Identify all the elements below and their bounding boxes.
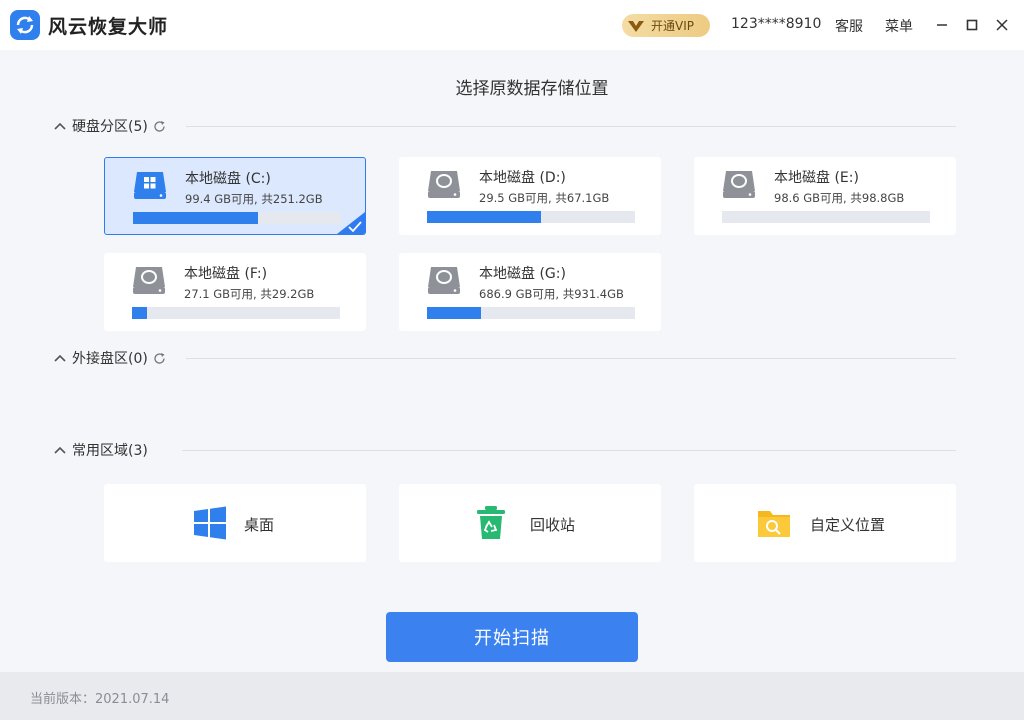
check-icon	[337, 212, 365, 234]
version-text: 当前版本：2021.07.14	[30, 692, 170, 707]
area-label: 桌面	[244, 516, 275, 534]
divider	[181, 449, 956, 451]
hard-drive-icon	[428, 267, 460, 294]
disk-usage-bar	[132, 307, 340, 319]
disk-name: 本地磁盘 (F:)	[184, 266, 268, 282]
footer: 当前版本：2021.07.14	[0, 672, 1024, 720]
disk-card-c[interactable]: 本地磁盘 (C:) 99.4 GB可用, 共251.2GB	[104, 157, 366, 235]
disk-size: 27.1 GB可用, 共29.2GB	[184, 287, 315, 301]
disk-size: 99.4 GB可用, 共251.2GB	[185, 192, 323, 206]
section-common-areas: 常用区域(3)	[52, 440, 956, 460]
section-label: 硬盘分区(5)	[72, 119, 148, 135]
disk-usage-bar	[427, 211, 635, 223]
windows-desktop-icon	[194, 506, 226, 540]
hard-drive-icon	[428, 171, 460, 198]
chevron-up-icon[interactable]	[52, 442, 68, 458]
disk-card-g[interactable]: 本地磁盘 (G:) 686.9 GB可用, 共931.4GB	[399, 253, 661, 331]
hard-drive-icon	[133, 267, 165, 294]
minimize-button[interactable]	[932, 14, 952, 36]
disk-card-f[interactable]: 本地磁盘 (F:) 27.1 GB可用, 共29.2GB	[104, 253, 366, 331]
divider	[185, 357, 956, 359]
windows-drive-icon	[134, 172, 166, 199]
refresh-icon[interactable]	[152, 350, 168, 366]
disk-size: 686.9 GB可用, 共931.4GB	[479, 287, 624, 301]
chevron-up-icon[interactable]	[52, 350, 68, 366]
disk-size: 29.5 GB可用, 共67.1GB	[479, 191, 610, 205]
disk-name: 本地磁盘 (C:)	[185, 171, 271, 187]
vip-button[interactable]: 开通VIP	[622, 14, 710, 37]
disk-size: 98.6 GB可用, 共98.8GB	[774, 191, 905, 205]
section-external-drives: 外接盘区(0)	[52, 348, 956, 368]
close-button[interactable]	[992, 14, 1012, 36]
vip-label: 开通VIP	[651, 19, 694, 33]
disk-usage-bar	[722, 211, 930, 223]
service-link[interactable]: 客服	[835, 16, 863, 36]
chevron-up-icon[interactable]	[52, 118, 68, 134]
account-phone[interactable]: 123****8910	[731, 16, 821, 32]
maximize-button[interactable]	[962, 14, 982, 36]
area-card-recycle-bin[interactable]: 回收站	[399, 484, 661, 562]
app-title: 风云恢复大师	[48, 16, 169, 38]
start-scan-button[interactable]: 开始扫描	[386, 612, 638, 662]
menu-link[interactable]: 菜单	[885, 16, 913, 36]
disk-name: 本地磁盘 (E:)	[774, 170, 859, 186]
app-logo-icon	[10, 10, 40, 40]
disk-card-e[interactable]: 本地磁盘 (E:) 98.6 GB可用, 共98.8GB	[694, 157, 956, 235]
divider	[185, 125, 956, 127]
area-card-desktop[interactable]: 桌面	[104, 484, 366, 562]
title-bar: 风云恢复大师 开通VIP 123****8910 客服 菜单	[0, 0, 1024, 50]
vip-icon	[625, 14, 647, 37]
section-disk-partitions: 硬盘分区(5)	[52, 116, 956, 136]
area-label: 回收站	[530, 516, 576, 534]
disk-card-d[interactable]: 本地磁盘 (D:) 29.5 GB可用, 共67.1GB	[399, 157, 661, 235]
disk-usage-bar	[133, 212, 341, 224]
folder-search-icon	[758, 511, 790, 537]
disk-name: 本地磁盘 (D:)	[479, 170, 566, 186]
page-title: 选择原数据存储位置	[455, 79, 609, 99]
section-label: 外接盘区(0)	[72, 351, 148, 367]
area-label: 自定义位置	[810, 516, 886, 534]
disk-name: 本地磁盘 (G:)	[479, 266, 566, 282]
area-card-custom-location[interactable]: 自定义位置	[694, 484, 956, 562]
disk-usage-bar	[427, 307, 635, 319]
section-label: 常用区域(3)	[72, 443, 148, 459]
hard-drive-icon	[723, 171, 755, 198]
refresh-icon[interactable]	[152, 118, 168, 134]
recycle-bin-icon	[477, 506, 505, 539]
